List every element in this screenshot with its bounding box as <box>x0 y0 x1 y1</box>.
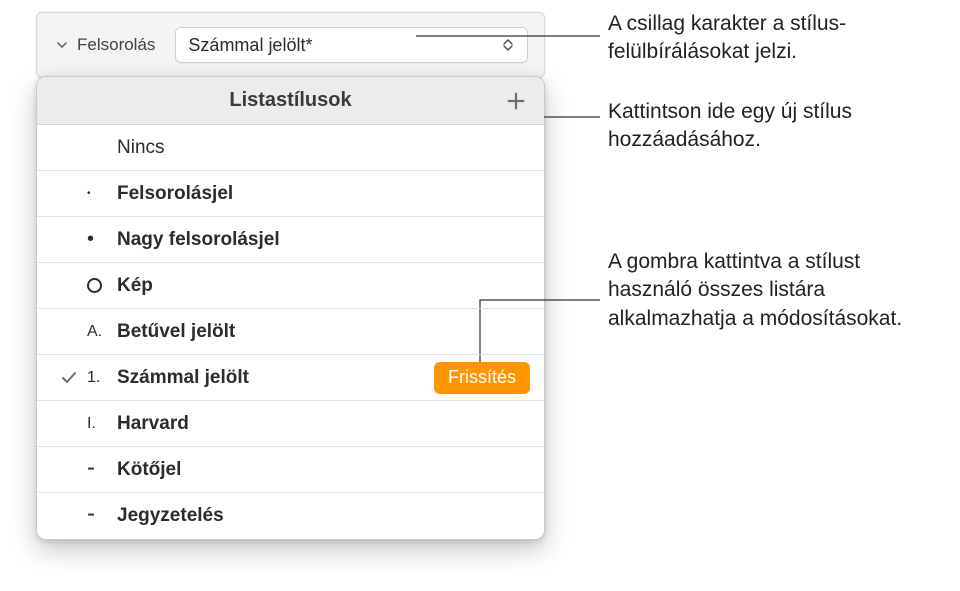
annotation-add: Kattintson ide egy új stílus hozzáadásáh… <box>608 98 938 155</box>
update-style-button[interactable]: Frissítés <box>434 362 530 394</box>
bullet-marker: 1. <box>87 369 117 387</box>
list-item[interactable]: A. Betűvel jelölt <box>37 309 544 355</box>
select-chevrons-icon <box>501 36 515 54</box>
list-styles-popover: Listastílusok Nincs • Felsorolásjel • Na… <box>36 76 545 540</box>
list-item[interactable]: Nincs <box>37 125 544 171</box>
list-item-label: Betűvel jelölt <box>117 321 530 343</box>
disclosure-chevron-icon[interactable] <box>53 36 71 54</box>
bullet-marker: A. <box>87 323 117 341</box>
bullet-marker: • <box>87 228 117 251</box>
list-item-label: Jegyzetelés <box>117 505 530 527</box>
bullet-marker: I. <box>87 415 117 433</box>
list-style-select-value: Számmal jelölt* <box>188 35 312 56</box>
list-item-label: Számmal jelölt <box>117 367 434 389</box>
list-item[interactable]: - Jegyzetelés <box>37 493 544 539</box>
ring-icon <box>87 278 102 293</box>
list-item-label: Harvard <box>117 413 530 435</box>
popover-title: Listastílusok <box>229 89 351 112</box>
bullets-label: Felsorolás <box>77 35 155 55</box>
list-style-select[interactable]: Számmal jelölt* <box>175 27 528 63</box>
list-item-label: Nagy felsorolásjel <box>117 229 530 251</box>
bottom-toolbar-fragment <box>36 567 545 585</box>
list-item[interactable]: Kép <box>37 263 544 309</box>
style-list[interactable]: Nincs • Felsorolásjel • Nagy felsorolásj… <box>37 125 544 539</box>
bullet-marker <box>87 278 117 293</box>
list-item[interactable]: • Nagy felsorolásjel <box>37 217 544 263</box>
list-item[interactable]: 1. Számmal jelölt Frissítés <box>37 355 544 401</box>
list-style-select-wrap: Számmal jelölt* <box>175 27 528 63</box>
list-item-label: Felsorolásjel <box>117 183 530 205</box>
checkmark-icon <box>51 369 87 387</box>
inspector-panel: Felsorolás Számmal jelölt* <box>36 12 545 78</box>
list-item[interactable]: I. Harvard <box>37 401 544 447</box>
add-style-button[interactable] <box>502 87 530 115</box>
list-item-label: Kép <box>117 275 530 297</box>
popover-header: Listastílusok <box>37 77 544 125</box>
list-item-label: Kötőjel <box>117 459 530 481</box>
annotation-asterisk: A csillag karakter a stílus-felülbírálás… <box>608 10 938 67</box>
list-item-label: Nincs <box>117 137 530 159</box>
annotation-update: A gombra kattintva a stílust használó ös… <box>608 248 938 333</box>
bullet-marker: • <box>87 188 117 199</box>
bullets-row: Felsorolás Számmal jelölt* <box>37 27 544 77</box>
list-item[interactable]: • Felsorolásjel <box>37 171 544 217</box>
list-item[interactable]: - Kötőjel <box>37 447 544 493</box>
